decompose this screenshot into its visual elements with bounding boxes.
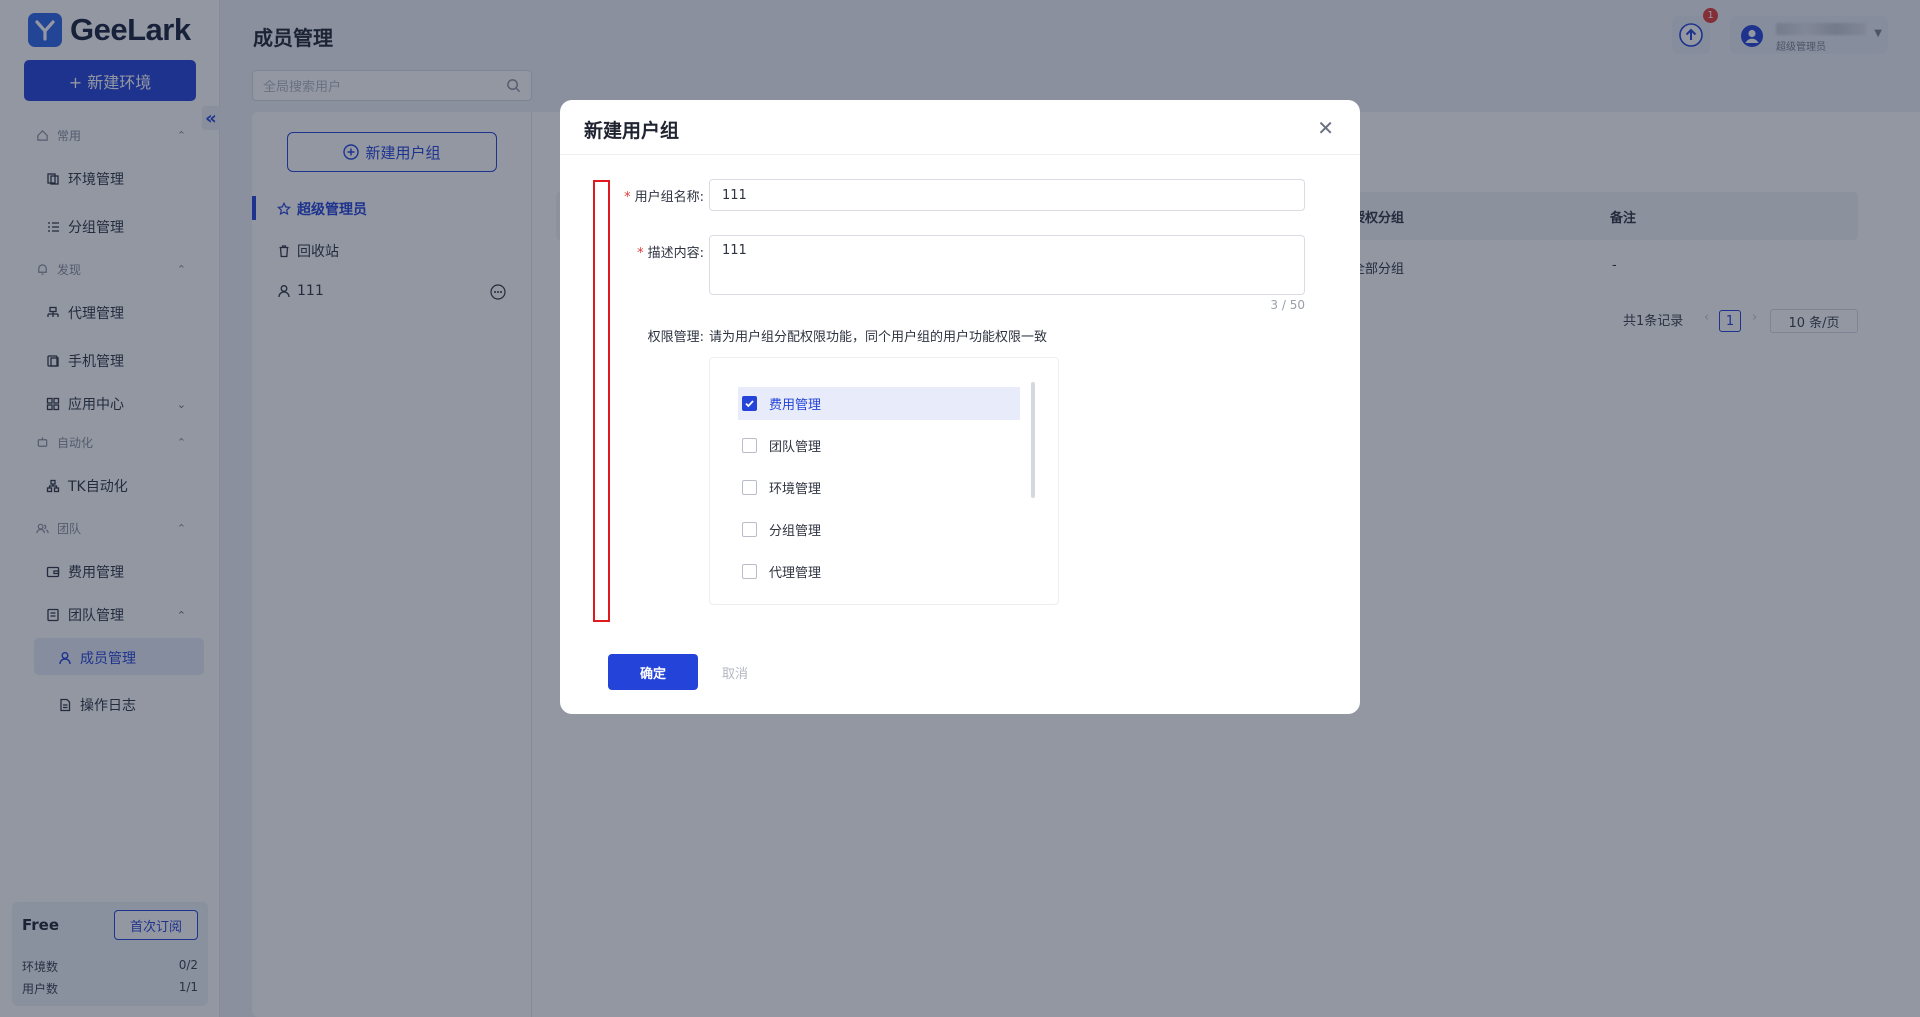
permission-item-label: 分组管理 (769, 524, 822, 539)
description-label-text: 描述内容: (647, 246, 704, 261)
dialog-header: 新建用户组 ✕ (560, 100, 1360, 155)
permission-list[interactable]: 费用管理 团队管理 环境管理 分组管理 代理管理 (709, 357, 1059, 605)
permission-hint: 请为用户组分配权限功能，同个用户组的用户功能权限一致 (709, 330, 1048, 345)
description-textarea[interactable]: 111 (709, 235, 1305, 295)
permission-item-billing[interactable]: 费用管理 (738, 387, 1020, 420)
checkbox[interactable] (742, 564, 757, 579)
group-name-label-text: 用户组名称: (634, 190, 704, 205)
character-counter: 3 / 50 (1270, 298, 1305, 312)
checkbox[interactable] (742, 480, 757, 495)
checkbox[interactable] (742, 522, 757, 537)
description-label: * 描述内容: (637, 246, 704, 261)
permission-item-label: 环境管理 (769, 482, 822, 497)
close-icon[interactable]: ✕ (1317, 118, 1334, 138)
permission-item-label: 代理管理 (769, 566, 822, 581)
dialog-title: 新建用户组 (584, 120, 680, 142)
highlight-annotation (593, 180, 610, 622)
check-icon (745, 400, 754, 408)
permission-label: 权限管理: (647, 330, 704, 345)
permission-item-team[interactable]: 团队管理 (738, 429, 1020, 462)
permission-item-proxy[interactable]: 代理管理 (738, 555, 1020, 588)
permission-item-label: 费用管理 (769, 398, 822, 413)
permission-item-environment[interactable]: 环境管理 (738, 471, 1020, 504)
group-name-input[interactable]: 111 (709, 179, 1305, 211)
permission-item-label: 团队管理 (769, 440, 822, 455)
cancel-button[interactable]: 取消 (722, 654, 748, 690)
checkbox[interactable] (742, 438, 757, 453)
new-user-group-dialog: 新建用户组 ✕ * 用户组名称: 111 * 描述内容: 111 3 / 50 权限… (560, 100, 1360, 714)
group-name-label: * 用户组名称: (624, 190, 704, 205)
checkbox-checked[interactable] (742, 396, 757, 411)
permission-scrollbar[interactable] (1031, 382, 1035, 498)
confirm-button[interactable]: 确定 (608, 654, 698, 690)
permission-item-groups[interactable]: 分组管理 (738, 513, 1020, 546)
